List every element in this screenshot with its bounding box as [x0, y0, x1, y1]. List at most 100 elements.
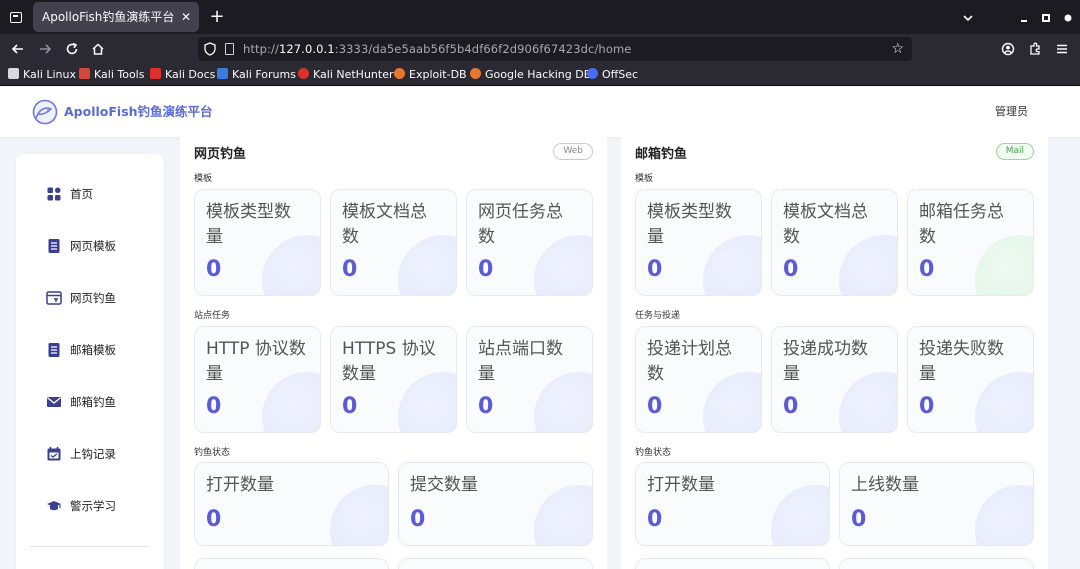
card-title: 打开数量 [206, 475, 274, 495]
bookmark-exploit-db[interactable]: Exploit-DB [394, 64, 467, 86]
account-button[interactable] [996, 37, 1020, 61]
sidebar-item-hook-records[interactable]: 上钩记录 [16, 436, 164, 472]
stat-card-template-types[interactable]: 模板类型数量 0 [635, 189, 762, 296]
stat-card-https-count[interactable]: HTTPS 协议数量 0 [330, 326, 457, 433]
tab-list-button[interactable] [6, 8, 26, 28]
bookmark-star-icon[interactable]: ☆ [891, 37, 904, 61]
envelope-icon [47, 397, 61, 407]
stat-card-open-count[interactable]: 打开数量 0 [635, 462, 830, 546]
card-title: 模板类型数量 [206, 202, 291, 247]
close-window-icon[interactable] [1056, 0, 1080, 34]
maximize-window-icon[interactable] [1034, 0, 1058, 34]
card-value: 0 [851, 507, 867, 532]
stat-card-submit-count[interactable]: 提交数量 0 [398, 462, 593, 546]
kali-nethunter-icon [298, 68, 309, 79]
forward-button[interactable] [33, 37, 57, 61]
section-label-phishing-status: 钓鱼状态 [194, 448, 231, 458]
reload-button[interactable] [60, 37, 84, 61]
kali-forums-icon [217, 68, 228, 79]
card-value: 0 [647, 507, 663, 532]
back-button[interactable] [6, 37, 30, 61]
hamburger-menu-icon [1057, 44, 1067, 54]
stat-card-template-docs[interactable]: 模板文档总数 0 [330, 189, 457, 296]
section-label-tasks-delivery: 任务与投递 [635, 311, 681, 321]
kali-docs-icon [150, 68, 161, 79]
card-title: 打开数量 [647, 475, 715, 495]
sidebar-item-mail-phishing[interactable]: 邮箱钓鱼 [16, 384, 164, 420]
sidebar-item-web-phishing[interactable]: 网页钓鱼 [16, 280, 164, 316]
stat-card-open-count[interactable]: 打开数量 0 [194, 462, 389, 546]
bookmarks-toolbar: Kali Linux Kali Tools Kali Docs Kali For… [0, 64, 1080, 86]
sidebar-item-label: 网页模板 [70, 239, 116, 253]
stat-card-template-types[interactable]: 模板类型数量 0 [194, 189, 321, 296]
mail-phishing-panel: 邮箱钓鱼 Mail 模板 模板类型数量 0 模板文档总数 0 邮箱任务总数 0 … [621, 137, 1048, 569]
card-value: 0 [342, 257, 358, 282]
sidebar-item-label: 警示学习 [70, 499, 116, 513]
sidebar-item-awareness-learning[interactable]: 警示学习 [16, 488, 164, 524]
bookmark-kali-forums[interactable]: Kali Forums [217, 64, 296, 86]
panel-title: 网页钓鱼 [194, 147, 247, 162]
address-bar[interactable]: http://127.0.0.1:3333/da5e5aab56f5b4df66… [198, 37, 912, 61]
card-title: 投递计划总数 [647, 339, 732, 384]
panel-title: 邮箱钓鱼 [635, 147, 688, 162]
section-label-site-tasks: 站点任务 [194, 311, 231, 321]
minimize-window-icon[interactable] [1012, 0, 1036, 34]
stat-card-site-ports[interactable]: 站点端口数量 0 [466, 326, 593, 433]
url-text[interactable]: http://127.0.0.1:3333/da5e5aab56f5b4df66… [243, 37, 631, 61]
tab-overflow-chevron-icon[interactable] [956, 0, 980, 34]
stat-card-delivery-plans[interactable]: 投递计划总数 0 [635, 326, 762, 433]
tab-close-icon[interactable]: ✕ [181, 2, 191, 32]
dashboard-icon [47, 187, 61, 201]
stat-card-mail-tasks[interactable]: 邮箱任务总数 0 [907, 189, 1034, 296]
sidebar-item-mail-templates[interactable]: 邮箱模板 [16, 332, 164, 368]
bookmark-offsec[interactable]: OffSec [587, 64, 638, 86]
card-title: HTTP 协议数量 [206, 339, 306, 384]
app-header: ApolloFish钓鱼演练平台 管理员 [0, 87, 1080, 137]
bookmark-kali-tools[interactable]: Kali Tools [79, 64, 144, 86]
stat-card-delivery-success[interactable]: 投递成功数量 0 [771, 326, 898, 433]
bookmark-google-hacking-db[interactable]: Google Hacking DB [470, 64, 591, 86]
offsec-icon [587, 68, 598, 79]
list-doc-icon [48, 239, 60, 253]
stat-card-partial [398, 558, 593, 569]
shield-icon[interactable] [204, 42, 216, 56]
tab-title: ApolloFish钓鱼演练平台 [42, 10, 175, 24]
kali-dragon-icon [8, 68, 19, 79]
card-value: 0 [647, 394, 663, 419]
bookmark-kali-linux[interactable]: Kali Linux [8, 64, 76, 86]
brand-title[interactable]: ApolloFish钓鱼演练平台 [64, 87, 213, 137]
fish-logo-icon[interactable] [32, 99, 58, 125]
sidebar-item-web-templates[interactable]: 网页模板 [16, 228, 164, 264]
web-phishing-panel: 网页钓鱼 Web 模板 模板类型数量 0 模板文档总数 0 网页任务总数 0 站… [180, 137, 607, 569]
bookmark-kali-nethunter[interactable]: Kali NetHunter [298, 64, 394, 86]
card-title: 模板文档总数 [783, 202, 868, 247]
ghdb-icon [470, 68, 481, 79]
stat-card-online-count[interactable]: 上线数量 0 [839, 462, 1034, 546]
extensions-button[interactable] [1023, 37, 1047, 61]
sidebar-item-home[interactable]: 首页 [16, 176, 164, 212]
stat-card-http-count[interactable]: HTTP 协议数量 0 [194, 326, 321, 433]
card-title: 投递失败数量 [919, 339, 1004, 384]
calendar-icon [47, 447, 61, 461]
sidebar-item-label: 首页 [70, 187, 93, 201]
stat-card-partial [839, 558, 1034, 569]
card-title: 模板文档总数 [342, 202, 427, 247]
user-menu[interactable]: 管理员 [995, 87, 1028, 137]
browser-tab-bar: ApolloFish钓鱼演练平台 ✕ + [0, 0, 1080, 34]
stat-card-delivery-failure[interactable]: 投递失败数量 0 [907, 326, 1034, 433]
page-info-icon[interactable] [225, 43, 234, 55]
stat-card-template-docs[interactable]: 模板文档总数 0 [771, 189, 898, 296]
stat-card-web-tasks[interactable]: 网页任务总数 0 [466, 189, 593, 296]
stat-card-partial [194, 558, 389, 569]
card-value: 0 [206, 257, 222, 282]
card-value: 0 [783, 257, 799, 282]
home-button[interactable] [86, 37, 110, 61]
bookmark-kali-docs[interactable]: Kali Docs [150, 64, 215, 86]
card-value: 0 [919, 257, 935, 282]
new-tab-button[interactable]: + [206, 4, 228, 30]
mail-tag-badge: Mail [995, 143, 1034, 160]
card-title: 提交数量 [410, 475, 478, 495]
kali-tools-icon [79, 68, 90, 79]
app-menu-button[interactable] [1050, 37, 1074, 61]
browser-tab-active[interactable]: ApolloFish钓鱼演练平台 ✕ [33, 2, 199, 32]
